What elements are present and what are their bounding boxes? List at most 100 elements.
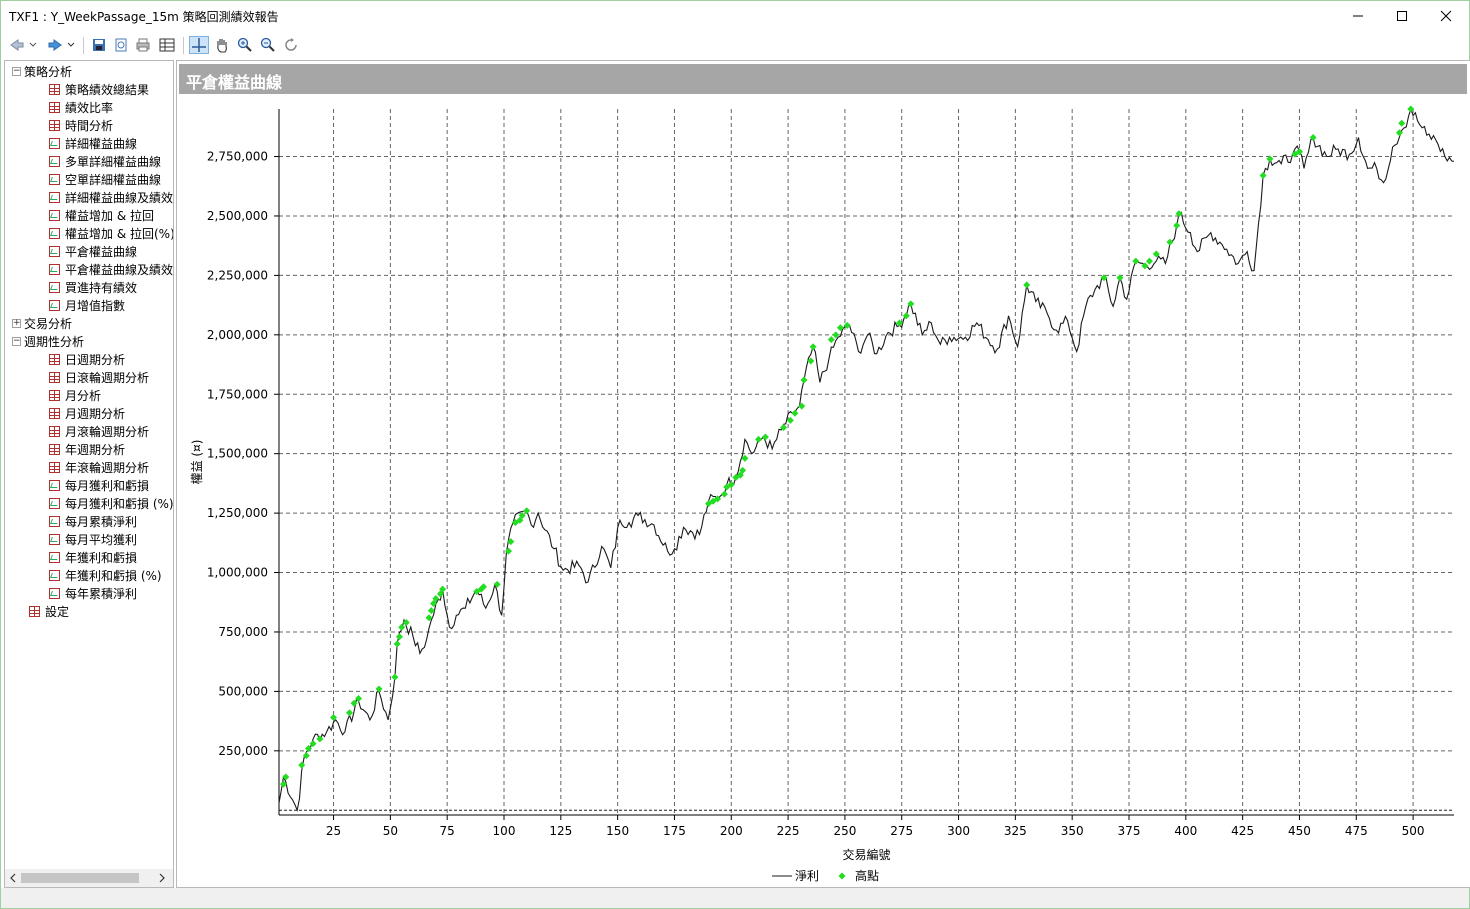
tree-item-label: 權益增加 & 拉回 [65, 208, 154, 223]
tree-item[interactable]: 績效比率 [49, 98, 113, 116]
settings-table-icon [29, 605, 40, 617]
high-point-marker [1259, 172, 1267, 180]
tree-group[interactable]: − 週期性分析 [12, 332, 84, 350]
scrollbar-thumb[interactable] [21, 873, 139, 883]
tree-item[interactable]: 詳細權益曲線及績效 [49, 188, 173, 206]
x-tick-label: 325 [1004, 824, 1027, 838]
tree-item[interactable]: 平倉權益曲線 [49, 242, 137, 260]
legend-label: 高點 [855, 868, 879, 883]
chart-report-icon [49, 209, 60, 221]
back-dropdown[interactable] [27, 36, 39, 54]
zoom-out-button[interactable] [258, 36, 278, 54]
tree-item-label: 日週期分析 [65, 352, 126, 367]
tree-group[interactable]: + 交易分析 [12, 314, 72, 332]
high-point-marker [398, 623, 406, 631]
minimize-icon [1353, 15, 1363, 17]
tree-item-label: 策略績效總結果 [65, 82, 150, 97]
tree-item[interactable]: 權益增加 & 拉回 [49, 206, 154, 224]
forward-dropdown[interactable] [65, 36, 77, 54]
pan-button[interactable] [212, 36, 232, 54]
tree-item-label: 年週期分析 [65, 442, 126, 457]
tree-item-settings[interactable]: 設定 [29, 602, 69, 620]
tree-item[interactable]: 每月累積淨利 [49, 512, 137, 530]
tree-item[interactable]: 多單詳細權益曲線 [49, 152, 161, 170]
tree-item[interactable]: 買進持有績效 [49, 278, 137, 296]
x-tick-label: 225 [777, 824, 800, 838]
tree-item[interactable]: 月週期分析 [49, 404, 125, 422]
zoom-in-button[interactable] [235, 36, 255, 54]
tree-group-label: 週期性分析 [24, 334, 85, 349]
high-point-marker [395, 633, 403, 641]
tree-item[interactable]: 年週期分析 [49, 440, 125, 458]
tree-item[interactable]: 空單詳細權益曲線 [49, 170, 161, 188]
scroll-left-icon [10, 873, 16, 883]
x-tick-label: 300 [947, 824, 970, 838]
tree-item[interactable]: 每月獲利和虧損 [49, 476, 149, 494]
tree-item[interactable]: 時間分析 [49, 116, 113, 134]
high-point-marker [391, 673, 399, 681]
tree-item-label: 年獲利和虧損 [65, 550, 138, 565]
minimize-button[interactable] [1335, 1, 1381, 31]
tree-item-label: 空單詳細權益曲線 [65, 172, 162, 187]
x-tick-label: 400 [1174, 824, 1197, 838]
tree-item-label: 年滾輪週期分析 [65, 460, 150, 475]
chevron-down-icon [29, 42, 37, 47]
tree-item[interactable]: 每月平均獲利 [49, 530, 137, 548]
tree-item[interactable]: 每月獲利和虧損 (%) [49, 494, 173, 512]
x-tick-label: 125 [549, 824, 572, 838]
reset-zoom-icon [285, 38, 297, 51]
chart-report-icon [49, 137, 60, 149]
toolbar-separator [183, 37, 184, 54]
table-button[interactable] [157, 36, 177, 54]
high-point-marker [809, 343, 817, 351]
horizontal-scrollbar[interactable] [5, 869, 173, 887]
tree-group[interactable]: − 策略分析 [12, 62, 72, 80]
tree-item[interactable]: 平倉權益曲線及績效 [49, 260, 173, 278]
tree-item[interactable]: 月滾輪週期分析 [49, 422, 149, 440]
equity-chart[interactable]: 250,000 500,000 750,000 1,000,000 1,250,000 1… [177, 95, 1467, 885]
y-tick-label: 750,000 [218, 625, 268, 639]
tree-item[interactable]: 詳細權益曲線 [49, 134, 137, 152]
tree-item[interactable]: 策略績效總結果 [49, 80, 149, 98]
print-button[interactable] [133, 36, 153, 54]
collapse-icon[interactable]: − [12, 66, 21, 76]
tree-item[interactable]: 權益增加 & 拉回(%) [49, 224, 173, 242]
crosshair-button[interactable] [189, 36, 209, 54]
reset-zoom-button[interactable] [281, 36, 301, 54]
forward-icon [48, 39, 62, 51]
tree-item[interactable]: 年獲利和虧損 (%) [49, 566, 162, 584]
forward-button[interactable] [45, 36, 65, 54]
high-point-marker [1023, 281, 1031, 289]
close-button[interactable] [1423, 1, 1469, 31]
x-tick-label: 50 [383, 824, 398, 838]
expand-icon[interactable]: + [12, 318, 21, 328]
tree-item[interactable]: 年獲利和虧損 [49, 548, 137, 566]
preview-button[interactable] [111, 36, 131, 54]
high-point-marker [798, 402, 806, 410]
back-button[interactable] [7, 36, 27, 54]
maximize-button[interactable] [1379, 1, 1425, 31]
table-report-icon [49, 425, 60, 437]
tree-item[interactable]: 月增值指數 [49, 296, 125, 314]
tree-item[interactable]: 年滾輪週期分析 [49, 458, 149, 476]
chart-report-icon [49, 281, 60, 293]
table-report-icon [49, 353, 60, 365]
y-tick-label: 1,500,000 [207, 447, 268, 461]
tree-item[interactable]: 日週期分析 [49, 350, 125, 368]
x-tick-label: 75 [440, 824, 455, 838]
chart-report-icon [49, 155, 60, 167]
title-bar: TXF1 : Y_WeekPassage_15m 策略回測績效報告 [1, 1, 1469, 31]
high-point-marker [393, 640, 401, 648]
y-tick-label: 250,000 [218, 744, 268, 758]
tree-item[interactable]: 日滾輪週期分析 [49, 368, 149, 386]
status-bar [1, 888, 1469, 908]
chart-report-icon [49, 227, 60, 239]
chevron-down-icon [67, 42, 75, 47]
high-point-marker [761, 433, 769, 441]
tree-item[interactable]: 每年累積淨利 [49, 584, 137, 602]
save-button[interactable] [89, 36, 109, 54]
x-tick-label: 450 [1288, 824, 1311, 838]
tree-item-label: 績效比率 [65, 100, 114, 115]
collapse-icon[interactable]: − [12, 336, 21, 346]
tree-item[interactable]: 月分析 [49, 386, 101, 404]
